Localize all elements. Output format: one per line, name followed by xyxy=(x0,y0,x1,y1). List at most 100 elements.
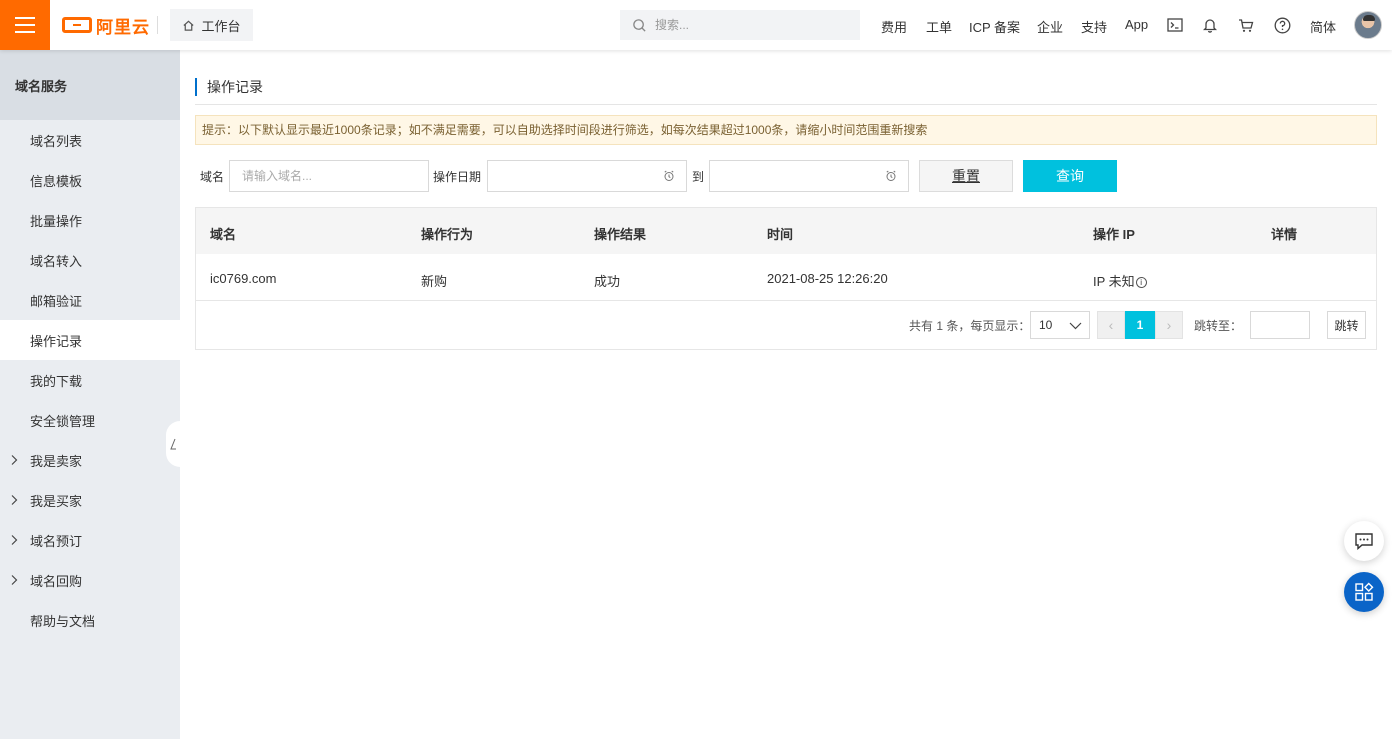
jump-button[interactable]: 跳转 xyxy=(1327,311,1366,339)
column-header-action: 操作行为 xyxy=(421,227,474,242)
nav-support[interactable]: 支持 xyxy=(1081,17,1107,36)
page-size-select[interactable]: 10 xyxy=(1030,311,1090,339)
cell-action: 新购 xyxy=(421,274,448,289)
sidebar-item-label: 信息模板 xyxy=(30,173,83,189)
sidebar-item-label: 我的下载 xyxy=(30,373,83,389)
workbench-label: 工作台 xyxy=(201,18,241,34)
sidebar-item-label: 我是卖家 xyxy=(30,453,83,469)
sidebar-item[interactable]: 信息模板 xyxy=(0,160,180,200)
column-header-time: 时间 xyxy=(767,227,794,242)
cell-result: 成功 xyxy=(594,274,621,289)
sidebar-item[interactable]: 我是买家 xyxy=(0,480,180,520)
sidebar-collapse-handle[interactable] xyxy=(166,421,180,467)
table-row: ic0769.com 新购 成功 2021-08-25 12:26:20 IP … xyxy=(196,254,1376,301)
column-header-detail: 详情 xyxy=(1271,227,1298,242)
table-header: 域名 操作行为 操作结果 时间 操作 IP 详情 xyxy=(196,208,1376,254)
workbench-button[interactable]: 工作台 xyxy=(170,9,253,41)
avatar[interactable] xyxy=(1354,11,1382,39)
sidebar-item[interactable]: 我是卖家 xyxy=(0,440,180,480)
info-icon[interactable]: i xyxy=(1135,277,1147,288)
sidebar-item[interactable]: 域名预订 xyxy=(0,520,180,560)
cell-ip-text: IP 未知 xyxy=(1093,274,1135,289)
divider xyxy=(157,16,158,34)
nav-ticket[interactable]: 工单 xyxy=(926,17,952,36)
reset-button[interactable]: 重置 xyxy=(919,160,1013,192)
sidebar-item-label: 操作记录 xyxy=(30,333,83,349)
divider xyxy=(195,104,1377,105)
chevron-right-icon xyxy=(11,535,18,545)
column-header-result: 操作结果 xyxy=(594,227,647,242)
nav-fee[interactable]: 费用 xyxy=(881,17,907,36)
chat-icon xyxy=(1355,533,1373,550)
apps-icon xyxy=(1355,582,1374,601)
language-switch[interactable]: 简体 xyxy=(1310,17,1336,36)
pagination-summary: 共有 1 条，每页显示： xyxy=(909,319,1031,333)
sidebar-item[interactable]: 域名列表 xyxy=(0,120,180,160)
sidebar-item[interactable]: 我的下载 xyxy=(0,360,180,400)
jump-label: 跳转至： xyxy=(1194,319,1243,333)
page-size-value: 10 xyxy=(1039,318,1053,332)
logo-text: 阿里云 xyxy=(96,17,150,37)
nav-enterprise[interactable]: 企业 xyxy=(1037,17,1063,36)
nav-app[interactable]: App xyxy=(1125,17,1148,32)
prev-page-button[interactable]: ‹ xyxy=(1097,311,1125,339)
collapse-icon xyxy=(170,438,176,450)
sidebar-item-label: 域名回购 xyxy=(30,573,83,589)
cell-ip: IP 未知 i xyxy=(1093,271,1147,290)
chevron-down-icon xyxy=(1069,322,1082,330)
logo-mark-icon xyxy=(62,17,92,33)
sidebar: 域名服务 域名列表信息模板批量操作域名转入邮箱验证操作记录我的下载安全锁管理我是… xyxy=(0,50,180,739)
search-icon xyxy=(633,18,646,32)
chevron-right-icon xyxy=(11,455,18,465)
chevron-right-icon xyxy=(11,575,18,585)
search-box[interactable] xyxy=(620,10,860,40)
sidebar-item-label: 域名预订 xyxy=(30,533,83,549)
sidebar-item[interactable]: 邮箱验证 xyxy=(0,280,180,320)
page-1-button[interactable]: 1 xyxy=(1125,311,1155,339)
sidebar-item-label: 帮助与文档 xyxy=(30,613,96,629)
calendar-icon[interactable] xyxy=(885,170,897,182)
sidebar-item[interactable]: 帮助与文档 xyxy=(0,600,180,640)
jump-page-input[interactable] xyxy=(1250,311,1310,339)
sidebar-item-label: 邮箱验证 xyxy=(30,293,83,309)
menu-icon[interactable] xyxy=(0,0,50,50)
home-icon xyxy=(183,20,195,31)
sidebar-item[interactable]: 域名转入 xyxy=(0,240,180,280)
end-date-input[interactable] xyxy=(709,160,909,192)
chevron-right-icon xyxy=(11,495,18,505)
sidebar-item-label: 安全锁管理 xyxy=(30,413,96,429)
search-input[interactable] xyxy=(655,18,845,32)
column-header-ip: 操作 IP xyxy=(1093,227,1135,242)
cell-domain: ic0769.com xyxy=(210,271,277,286)
help-icon[interactable] xyxy=(1273,16,1291,34)
sidebar-item-label: 我是买家 xyxy=(30,493,83,509)
sidebar-item[interactable]: 域名回购 xyxy=(0,560,180,600)
to-label: 到 xyxy=(692,170,705,184)
next-page-button[interactable]: › xyxy=(1155,311,1183,339)
top-bar: 阿里云 工作台 费用 工单 ICP 备案 企业 支持 App 简体 xyxy=(0,0,1392,50)
terminal-icon[interactable] xyxy=(1166,16,1184,34)
apps-button[interactable] xyxy=(1344,572,1384,612)
sidebar-item[interactable]: 安全锁管理 xyxy=(0,400,180,440)
bell-icon[interactable] xyxy=(1201,16,1219,34)
sidebar-item[interactable]: 批量操作 xyxy=(0,200,180,240)
domain-label: 域名 xyxy=(200,170,225,184)
chat-button[interactable] xyxy=(1344,521,1384,561)
page-title: 操作记录 xyxy=(195,78,263,96)
cart-icon[interactable] xyxy=(1237,16,1255,34)
date-label: 操作日期 xyxy=(433,170,482,184)
notice-banner: 提示：以下默认显示最近1000条记录；如不满足需要，可以自助选择时间段进行筛选，… xyxy=(195,115,1377,145)
sidebar-item-label: 批量操作 xyxy=(30,213,83,229)
domain-input[interactable] xyxy=(229,160,429,192)
aliyun-logo[interactable]: 阿里云 xyxy=(62,14,150,37)
nav-icp[interactable]: ICP 备案 xyxy=(969,17,1020,36)
cell-time: 2021-08-25 12:26:20 xyxy=(767,271,888,286)
query-button[interactable]: 查询 xyxy=(1023,160,1117,192)
sidebar-title: 域名服务 xyxy=(0,50,180,120)
sidebar-item-label: 域名列表 xyxy=(30,133,83,149)
column-header-domain: 域名 xyxy=(210,227,237,242)
calendar-icon[interactable] xyxy=(663,170,675,182)
sidebar-item-label: 域名转入 xyxy=(30,253,83,269)
start-date-input[interactable] xyxy=(487,160,687,192)
sidebar-item[interactable]: 操作记录 xyxy=(0,320,180,360)
